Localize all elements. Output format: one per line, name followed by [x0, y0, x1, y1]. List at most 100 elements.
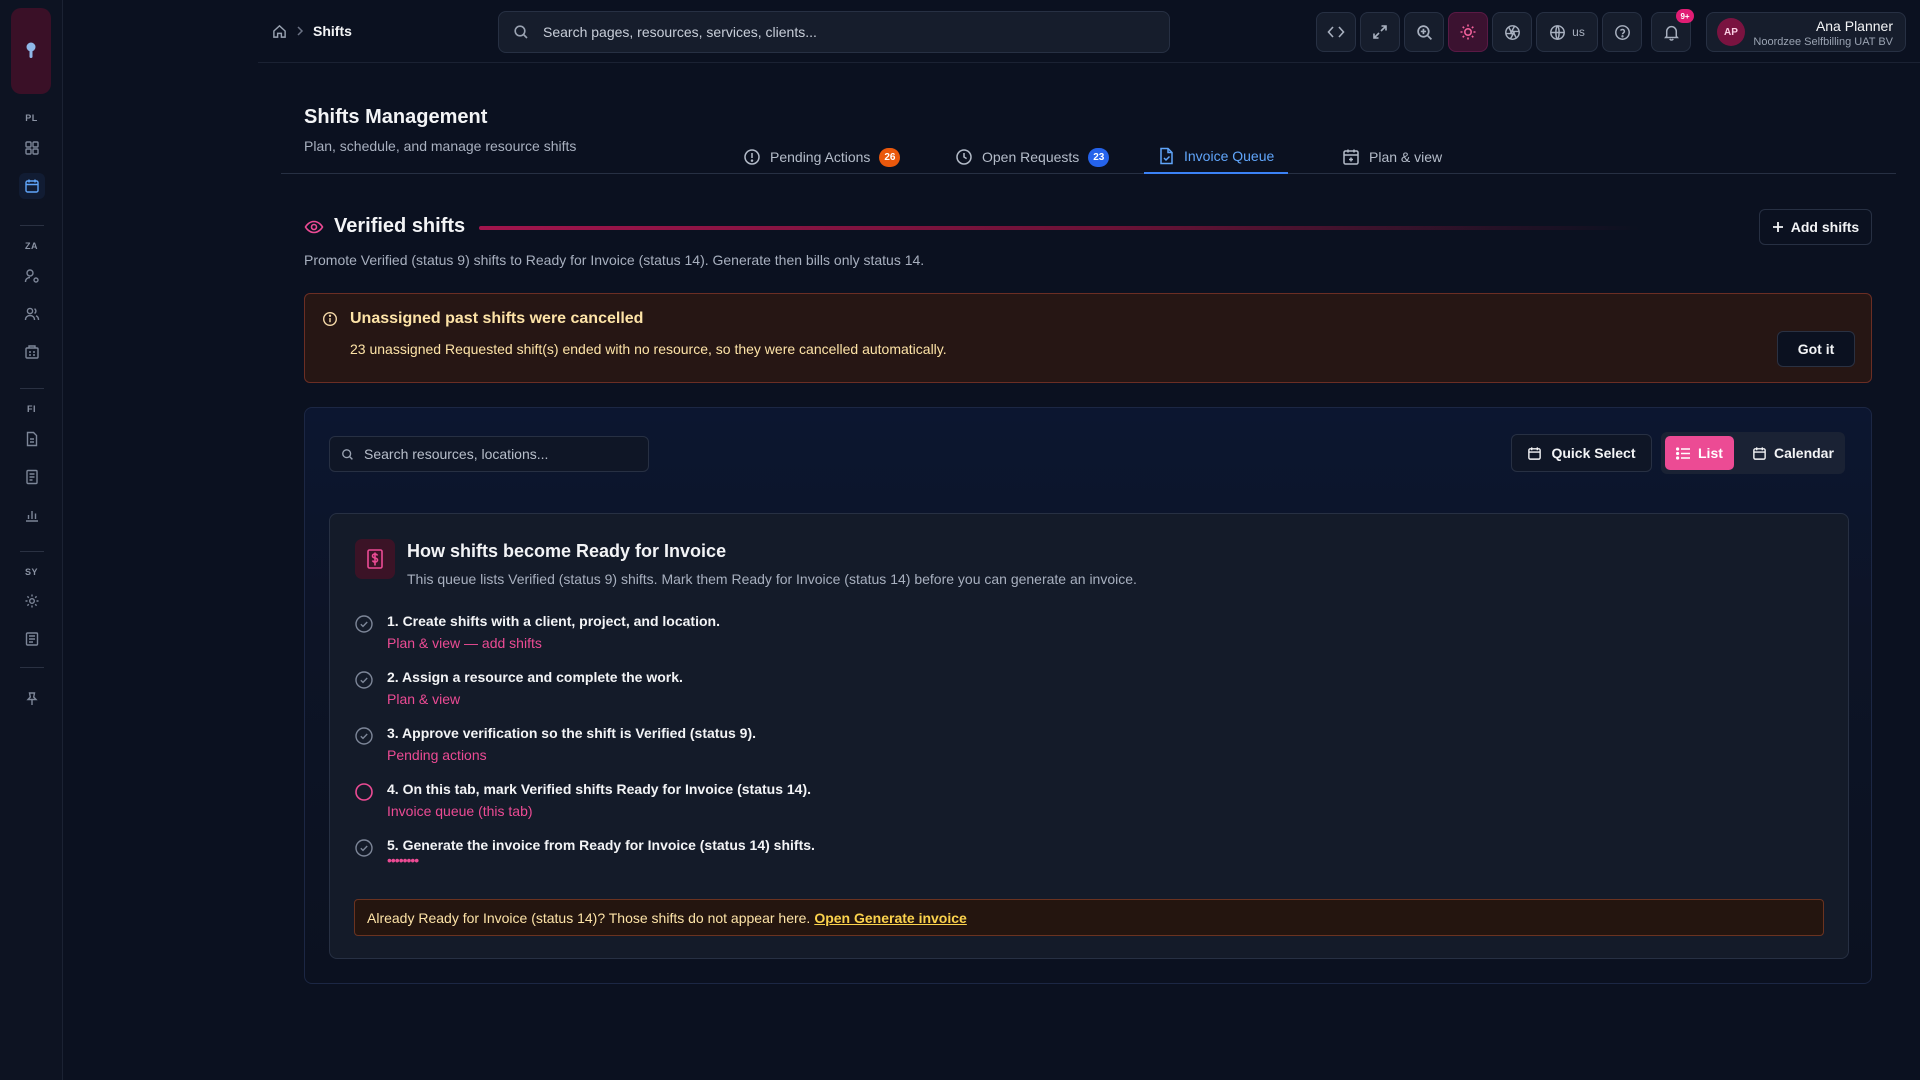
help-icon: [1614, 24, 1630, 40]
top-bar: Shifts us 9+ AP Ana Planner Noordzee Sel…: [258, 0, 1920, 63]
user-organization: Noordzee Selfbilling UAT BV: [1753, 36, 1893, 48]
check-circle-icon: [355, 727, 373, 745]
step-link-masked: ••••••••: [387, 852, 419, 868]
book-icon[interactable]: [19, 626, 45, 652]
tab-plan-view[interactable]: Plan & view: [1328, 140, 1456, 174]
sun-icon: [1460, 24, 1476, 40]
step-link[interactable]: Plan & view: [387, 691, 460, 707]
rail-section-label: FI: [27, 404, 36, 414]
rail-divider: [20, 388, 44, 389]
dashboard-icon[interactable]: [19, 135, 45, 161]
document-icon[interactable]: [19, 426, 45, 452]
calendar-view-label: Calendar: [1774, 445, 1834, 461]
cancelled-shifts-alert: Unassigned past shifts were cancelled 23…: [304, 293, 1872, 383]
step-link[interactable]: Pending actions: [387, 747, 487, 763]
list-view-button[interactable]: List: [1665, 436, 1734, 470]
user-name: Ana Planner: [1815, 18, 1893, 34]
step-link[interactable]: Plan & view — add shifts: [387, 635, 542, 651]
breadcrumb: Shifts: [272, 23, 352, 39]
globe-icon: [1550, 24, 1566, 40]
user-menu[interactable]: AP Ana Planner Noordzee Selfbilling UAT …: [1706, 12, 1906, 52]
expand-icon: [1373, 25, 1387, 39]
step-text: 4. On this tab, mark Verified shifts Rea…: [387, 781, 812, 797]
empty-circle-icon: [355, 783, 373, 801]
gear-icon[interactable]: [19, 588, 45, 614]
help-button[interactable]: [1602, 12, 1642, 52]
list-icon: [1676, 446, 1690, 460]
calendar-view-button[interactable]: Calendar: [1741, 436, 1845, 470]
code-collapse-icon: [1327, 26, 1345, 38]
check-circle-icon: [355, 615, 373, 633]
calendar-icon: [1753, 446, 1766, 460]
add-shifts-button[interactable]: Add shifts: [1759, 209, 1872, 245]
search-icon: [513, 24, 529, 40]
tab-count-badge: 23: [1088, 147, 1110, 167]
open-generate-invoice-link[interactable]: Open Generate invoice: [814, 910, 967, 926]
resource-search-input[interactable]: [364, 446, 644, 462]
pin-icon[interactable]: [19, 686, 45, 712]
global-search[interactable]: [498, 11, 1170, 53]
section-accent-line: [479, 226, 1639, 230]
guide-title: How shifts become Ready for Invoice: [407, 541, 727, 561]
quick-select-button[interactable]: Quick Select: [1511, 434, 1652, 472]
calendar-icon[interactable]: [19, 173, 45, 199]
rail-section-label: SY: [24, 567, 38, 577]
guide-description: This queue lists Verified (status 9) shi…: [407, 571, 1137, 587]
calendar-icon: [1528, 446, 1542, 460]
rail-section-label: PL: [25, 113, 38, 123]
tab-pending-actions[interactable]: Pending Actions 26: [729, 140, 914, 174]
avatar: AP: [1717, 18, 1745, 46]
check-circle-icon: [355, 671, 373, 689]
global-search-input[interactable]: [543, 24, 1103, 40]
rail-divider: [20, 225, 44, 226]
quick-select-label: Quick Select: [1551, 445, 1636, 461]
dismiss-alert-button[interactable]: Got it: [1777, 331, 1855, 367]
check-circle-icon: [355, 839, 373, 857]
tab-label: Invoice Queue: [1184, 148, 1275, 164]
section-description: Promote Verified (status 9) shifts to Re…: [304, 252, 925, 268]
language-code: us: [1572, 25, 1585, 39]
alert-title: Unassigned past shifts were cancelled: [350, 310, 644, 327]
theme-toggle-button[interactable]: [1448, 12, 1488, 52]
rail-divider: [20, 667, 44, 668]
rail-section-label: ZA: [25, 241, 38, 251]
tab-invoice-queue[interactable]: Invoice Queue: [1144, 140, 1289, 174]
step-text: 3. Approve verification so the shift is …: [387, 725, 757, 741]
list-view-label: List: [1698, 445, 1723, 461]
tab-count-badge: 26: [879, 147, 901, 167]
left-rail: PL ZA FI SY: [0, 0, 63, 1080]
already-ready-note: Already Ready for Invoice (status 14)? T…: [354, 899, 1824, 936]
tab-label: Open Requests: [982, 149, 1080, 165]
alert-circle-icon: [744, 149, 760, 165]
notifications-button[interactable]: 9+: [1651, 9, 1694, 52]
calendar-plus-icon: [1343, 149, 1359, 165]
receipt-icon[interactable]: [19, 464, 45, 490]
fullscreen-button[interactable]: [1360, 12, 1400, 52]
language-button[interactable]: us: [1536, 12, 1598, 52]
file-check-icon: [1160, 147, 1173, 165]
home-icon[interactable]: [272, 24, 287, 39]
view-toggle: List Calendar: [1661, 432, 1845, 474]
section-header: Verified shifts: [304, 215, 465, 238]
info-icon: [322, 311, 338, 327]
resource-search[interactable]: [329, 436, 649, 472]
step-text: 2. Assign a resource and complete the wo…: [387, 669, 683, 685]
zoom-button[interactable]: [1404, 12, 1444, 52]
clock-icon: [956, 149, 972, 165]
add-shifts-label: Add shifts: [1790, 219, 1860, 235]
app-logo[interactable]: [11, 8, 51, 94]
step-text: 1. Create shifts with a client, project,…: [387, 613, 720, 629]
collapse-sidebar-button[interactable]: [1316, 12, 1356, 52]
step-link[interactable]: Invoice queue (this tab): [387, 803, 533, 819]
aperture-button[interactable]: [1492, 12, 1532, 52]
plus-icon: [1772, 222, 1783, 232]
tab-label: Pending Actions: [770, 149, 871, 165]
rail-divider: [20, 551, 44, 552]
tab-open-requests[interactable]: Open Requests 23: [941, 140, 1123, 174]
user-settings-icon[interactable]: [19, 263, 45, 289]
bar-chart-icon[interactable]: [19, 502, 45, 528]
users-icon[interactable]: [19, 301, 45, 327]
breadcrumb-current[interactable]: Shifts: [313, 23, 352, 39]
section-title: Verified shifts: [334, 215, 466, 237]
building-icon[interactable]: [19, 339, 45, 365]
